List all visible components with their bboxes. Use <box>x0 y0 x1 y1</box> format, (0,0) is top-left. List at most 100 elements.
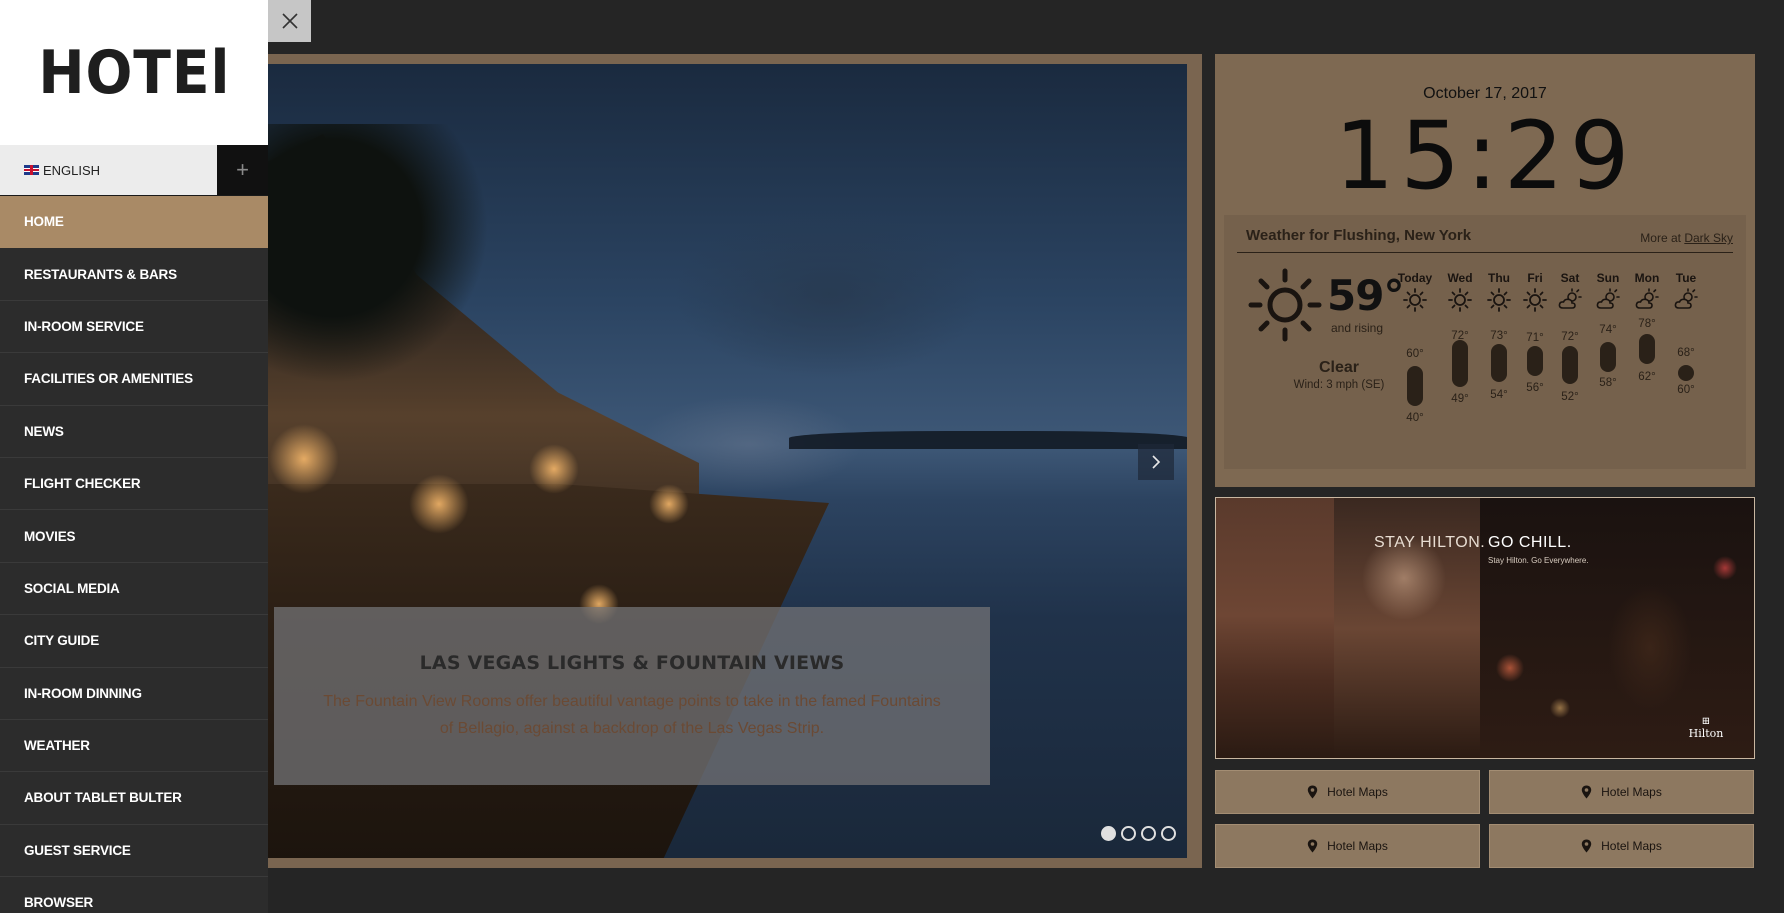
partly-cloudy-icon <box>1596 288 1620 309</box>
forecast-day-label: Mon <box>1634 271 1660 285</box>
sidebar-item-in-room-dinning[interactable]: IN-ROOM DINNING <box>0 668 268 720</box>
sidebar-item-social-media[interactable]: SOCIAL MEDIA <box>0 563 268 616</box>
forecast-day: Today 60° 40° <box>1395 271 1435 471</box>
hilton-logo: ⊞ Hilton <box>1684 716 1728 740</box>
chevron-right-icon <box>1152 455 1161 469</box>
ad-headline-left: STAY HILTON. <box>1374 534 1486 551</box>
forecast-high: 73° <box>1490 330 1508 342</box>
map-pin-icon <box>1307 839 1318 853</box>
forecast-low: 52° <box>1561 391 1579 403</box>
palm-silhouette <box>229 124 489 384</box>
hotel-maps-label: Hotel Maps <box>1327 839 1388 853</box>
hilton-h-icon: ⊞ <box>1701 716 1711 727</box>
logo-box: HOTEl <box>0 0 268 145</box>
forecast-low: 49° <box>1451 393 1469 405</box>
hotel-maps-button[interactable]: Hotel Maps <box>1215 770 1480 814</box>
hotel-maps-button[interactable]: Hotel Maps <box>1489 824 1754 868</box>
forecast-high: 72° <box>1561 331 1579 343</box>
caption-text: The Fountain View Rooms offer beautiful … <box>323 693 941 737</box>
forecast-day-label: Fri <box>1527 271 1543 285</box>
forecast-range-bar <box>1452 340 1468 387</box>
forecast-range-bar <box>1491 344 1507 382</box>
forecast-day-label: Tue <box>1675 271 1697 285</box>
dark-sky-link[interactable]: Dark Sky <box>1684 231 1733 245</box>
sidebar-item-city-guide[interactable]: CITY GUIDE <box>0 615 268 668</box>
forecast-low: 40° <box>1406 412 1424 424</box>
hotel-maps-label: Hotel Maps <box>1601 839 1662 853</box>
slider-dot[interactable] <box>1161 826 1176 841</box>
date-text: October 17, 2017 <box>1423 85 1547 102</box>
sidebar-item-weather[interactable]: WEATHER <box>0 720 268 773</box>
ad-subline: Stay Hilton. Go Everywhere. <box>1488 556 1589 565</box>
forecast-range-bar <box>1639 334 1655 364</box>
sidebar-item-flight-checker[interactable]: FLIGHT CHECKER <box>0 458 268 511</box>
sun-icon <box>1448 288 1472 312</box>
hotel-maps-button[interactable]: Hotel Maps <box>1489 770 1754 814</box>
forecast-range-bar <box>1600 342 1616 372</box>
forecast-day: Thu 73° 54° <box>1479 271 1519 471</box>
ad-headline-right: GO CHILL. <box>1488 534 1572 551</box>
close-menu-button[interactable] <box>268 0 311 42</box>
language-label: ENGLISH <box>43 162 101 178</box>
forecast-range-bar <box>1407 366 1423 406</box>
forecast-low: 56° <box>1526 382 1544 394</box>
sidebar-item-movies[interactable]: MOVIES <box>0 510 268 563</box>
forecast-day: Sun 74° 58° <box>1588 271 1628 471</box>
forecast-range-bar <box>1527 346 1543 376</box>
sun-icon <box>1248 268 1322 342</box>
forecast-day-label: Sun <box>1596 271 1620 285</box>
lamp-glow <box>649 484 689 524</box>
weather-header: Weather for Flushing, New York More at D… <box>1237 227 1733 253</box>
forecast-low: 54° <box>1490 389 1508 401</box>
hotel-logo: HOTEl <box>37 37 230 108</box>
forecast-range-bar <box>1678 365 1694 381</box>
forecast-day-label: Wed <box>1447 271 1473 285</box>
hilton-brand: Hilton <box>1688 727 1724 740</box>
hotel-maps-label: Hotel Maps <box>1327 785 1388 799</box>
lamp-glow <box>269 424 339 494</box>
map-pin-icon <box>1581 839 1592 853</box>
hotel-maps-button[interactable]: Hotel Maps <box>1215 824 1480 868</box>
forecast-high: 78° <box>1638 318 1656 330</box>
forecast-day: Wed 72° 49° <box>1440 271 1480 471</box>
hotel-maps-label: Hotel Maps <box>1601 785 1662 799</box>
ad-panel-restaurant <box>1216 498 1334 758</box>
slider-dot[interactable] <box>1121 826 1136 841</box>
sidebar-item-home[interactable]: HOME <box>0 196 268 249</box>
language-select[interactable]: ENGLISH <box>0 145 217 195</box>
temperature-trend: and rising <box>1331 321 1384 335</box>
sidebar-item-news[interactable]: NEWS <box>0 406 268 458</box>
slider-next-button[interactable] <box>1138 444 1174 480</box>
forecast-day: Fri 71° 56° <box>1515 271 1555 471</box>
partly-cloudy-icon <box>1635 288 1659 309</box>
sidebar-item-about-tablet-bulter[interactable]: ABOUT TABLET BULTER <box>0 772 268 825</box>
sidebar-item-in-room-service[interactable]: IN-ROOM SERVICE <box>0 301 268 354</box>
forecast-day: Tue 68° 60° <box>1666 271 1706 471</box>
forecast-low: 62° <box>1638 371 1656 383</box>
sidebar: HOTEl ENGLISH + HOME RESTAURANTS & BARS IN… <box>0 0 268 913</box>
caption-title: LAS VEGAS LIGHTS & FOUNTAIN VIEWS <box>419 652 845 674</box>
slider-dots <box>1101 826 1176 841</box>
sidebar-item-browser[interactable]: BROWSER <box>0 877 268 913</box>
close-icon <box>281 13 298 29</box>
lamp-glow <box>409 474 469 534</box>
slider-dot[interactable] <box>1101 826 1116 841</box>
forecast-range-bar <box>1562 346 1578 384</box>
forecast-low: 58° <box>1599 377 1617 389</box>
slide-caption: LAS VEGAS LIGHTS & FOUNTAIN VIEWS The Fo… <box>274 607 990 785</box>
sidebar-item-guest-service[interactable]: GUEST SERVICE <box>0 825 268 878</box>
current-temperature: 59° <box>1327 271 1404 320</box>
slider-dot[interactable] <box>1141 826 1156 841</box>
map-pin-icon <box>1307 785 1318 799</box>
sidebar-item-facilities-or-amenities[interactable]: FACILITIES OR AMENITIES <box>0 353 268 406</box>
clock-widget: October 17, 2017 15:29 Weather for Flush… <box>1215 54 1755 487</box>
plus-icon[interactable]: + <box>217 145 268 195</box>
forecast-day-label: Today <box>1397 271 1433 285</box>
forecast-high: 60° <box>1406 348 1424 360</box>
hilton-ad-banner[interactable]: STAY HILTON. GO CHILL. Stay Hilton. Go E… <box>1215 497 1755 759</box>
map-pin-icon <box>1581 785 1592 799</box>
forecast-day: Sat 72° 52° <box>1550 271 1590 471</box>
forecast-day-label: Thu <box>1488 271 1510 285</box>
main-nav: HOME RESTAURANTS & BARS IN-ROOM SERVICE FAC… <box>0 196 268 913</box>
sidebar-item-restaurants-bars[interactable]: RESTAURANTS & BARS <box>0 248 268 301</box>
